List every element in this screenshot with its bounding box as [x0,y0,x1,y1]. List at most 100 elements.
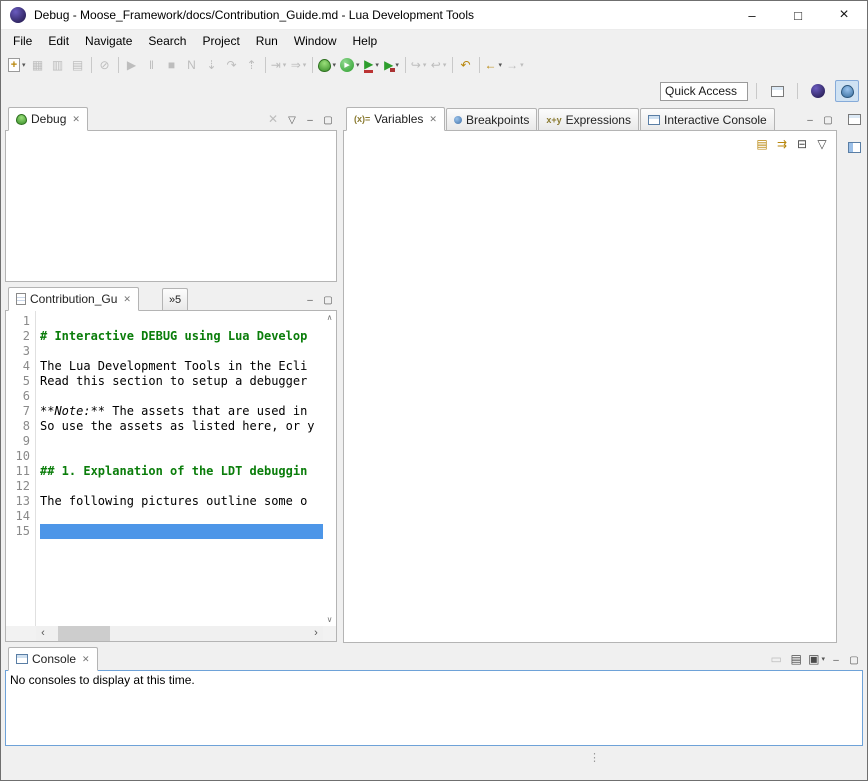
close-icon[interactable]: ✕ [82,654,90,665]
editor-line[interactable]: The Lua Development Tools in the Ecli [40,359,323,374]
minimize-view-icon[interactable]: – [827,650,845,670]
editor-text[interactable]: # Interactive DEBUG using Lua Develop The… [36,311,323,626]
editor-line[interactable]: **Note:** The assets that are used in [40,404,323,419]
debug-tabbar: Debug ✕ ✕ ▽ – ▢ [5,106,337,130]
restore-minimized-view-icon[interactable] [844,110,864,128]
open-perspective-icon[interactable] [765,80,789,102]
use-step-filters-icon: ⇒▾ [289,54,309,76]
menu-window[interactable]: Window [286,32,345,50]
hscroll-thumb[interactable] [58,626,110,641]
menu-edit[interactable]: Edit [40,32,77,50]
editor-vscrollbar[interactable]: ∧ ∨ [323,311,336,626]
last-edit-location-icon[interactable]: ↶ [456,54,476,76]
editor-line[interactable] [40,524,323,539]
view-menu-icon[interactable]: ▽ [812,133,832,155]
close-icon[interactable]: ✕ [72,114,80,125]
editor-line[interactable]: The following pictures outline some o [40,494,323,509]
menu-navigate[interactable]: Navigate [77,32,140,50]
dropdown-arrow-icon[interactable]: ▾ [283,61,287,69]
tab-variables[interactable]: (x)= Variables ✕ [346,107,445,131]
remove-all-terminated-icon: ✕ [268,113,278,125]
close-icon[interactable]: ✕ [429,114,437,125]
profile-icon[interactable]: ▶▾ [362,54,382,76]
menubar: File Edit Navigate Search Project Run Wi… [1,30,867,52]
editor-hscrollbar[interactable]: ‹ › [36,626,323,641]
display-selected-console-icon[interactable]: ▤ [786,648,806,670]
minimize-window-button[interactable]: – [729,1,775,29]
close-icon[interactable]: ✕ [123,294,131,305]
menu-project[interactable]: Project [194,32,247,50]
tab-expressions[interactable]: x+y Expressions [538,108,639,130]
view-menu-icon[interactable]: ▽ [283,110,301,130]
scroll-up-icon[interactable]: ∧ [327,313,333,322]
maximize-view-icon[interactable]: ▢ [319,290,337,310]
debug-icon[interactable]: ▾ [316,54,339,76]
dropdown-arrow-icon[interactable]: ▾ [499,61,503,69]
sash-handle-icon[interactable]: ⋮ [589,751,600,764]
maximize-view-icon[interactable]: ▢ [819,110,837,130]
maximize-window-button[interactable]: □ [775,1,821,29]
bug-icon [16,114,27,125]
menu-file[interactable]: File [5,32,40,50]
minimize-view-icon[interactable]: – [301,290,319,310]
editor-line[interactable] [40,479,323,494]
editor-line[interactable]: ## 1. Explanation of the LDT debuggin [40,464,323,479]
back-icon[interactable]: ←▾ [483,54,505,76]
ldt-perspective-icon[interactable] [806,80,830,102]
dropdown-arrow-icon[interactable]: ▾ [333,61,337,69]
maximize-view-icon[interactable]: ▢ [845,650,863,670]
editor-gutter[interactable]: 123456789101112131415 [6,311,36,626]
run-icon[interactable]: ▶▾ [338,54,362,76]
dropdown-arrow-icon[interactable]: ▾ [22,61,26,69]
editor-line[interactable] [40,314,323,329]
editor-line[interactable] [40,344,323,359]
menu-help[interactable]: Help [345,32,386,50]
tab-label: Debug [31,112,66,126]
debug-perspective-icon[interactable] [835,80,859,102]
dropdown-arrow-icon[interactable]: ▾ [395,61,399,69]
dropdown-arrow-icon[interactable]: ▾ [375,61,379,69]
editor-overflow-tab[interactable]: »5 [162,288,188,310]
dropdown-arrow-icon[interactable]: ▾ [303,61,307,69]
editor-line[interactable] [40,434,323,449]
tab-breakpoints[interactable]: Breakpoints [446,108,537,130]
dropdown-arrow-icon[interactable]: ▾ [821,655,825,663]
collapse-all-icon[interactable]: ⊟ [792,133,812,155]
minimize-view-icon[interactable]: – [301,110,319,130]
open-console-icon[interactable]: ▣▾ [806,648,827,670]
scroll-down-icon[interactable]: ∨ [327,615,333,624]
tab-console[interactable]: Console ✕ [8,647,98,671]
editor-line[interactable]: # Interactive DEBUG using Lua Develop [40,329,323,344]
editor-line[interactable] [40,509,323,524]
toolbar-separator [312,57,313,73]
dropdown-arrow-icon[interactable]: ▾ [356,61,360,69]
new-wizard-icon[interactable]: +▾ [6,54,28,76]
tab-contribution-guide[interactable]: Contribution_Gu ✕ [8,287,139,311]
scroll-right-icon[interactable]: › [309,626,323,641]
minimize-view-icon[interactable]: – [801,110,819,130]
editor-line[interactable]: Read this section to setup a debugger [40,374,323,389]
dropdown-arrow-icon[interactable]: ▾ [520,61,524,69]
maximize-view-icon[interactable]: ▢ [319,110,337,130]
tab-debug[interactable]: Debug ✕ [8,107,88,131]
close-window-button[interactable]: × [821,1,867,29]
show-type-names-icon[interactable]: ▤ [752,133,772,155]
console-view: Console ✕ ▭▤▣▾ – ▢ No consoles to displa… [5,646,863,746]
menu-search[interactable]: Search [140,32,194,50]
quick-access-input[interactable]: Quick Access [660,82,748,101]
dropdown-arrow-icon[interactable]: ▾ [443,61,447,69]
menu-run[interactable]: Run [248,32,286,50]
show-logical-structures-icon[interactable]: ⇉ [772,133,792,155]
editor-line[interactable]: So use the assets as listed here, or y [40,419,323,434]
tab-interactive-console[interactable]: Interactive Console [640,108,775,130]
scroll-left-icon[interactable]: ‹ [36,626,50,641]
hscroll-track[interactable] [50,626,309,641]
editor-line[interactable] [40,449,323,464]
editor-line[interactable] [40,389,323,404]
editor-text-segment: The assets that are used in [105,404,307,418]
panel-panes-icon [848,142,861,153]
dropdown-arrow-icon[interactable]: ▾ [423,61,427,69]
restore-minimized-layout-icon[interactable] [844,138,864,156]
external-tools-icon[interactable]: ▶▾ [382,54,402,76]
resume-icon: ▶ [127,59,136,71]
